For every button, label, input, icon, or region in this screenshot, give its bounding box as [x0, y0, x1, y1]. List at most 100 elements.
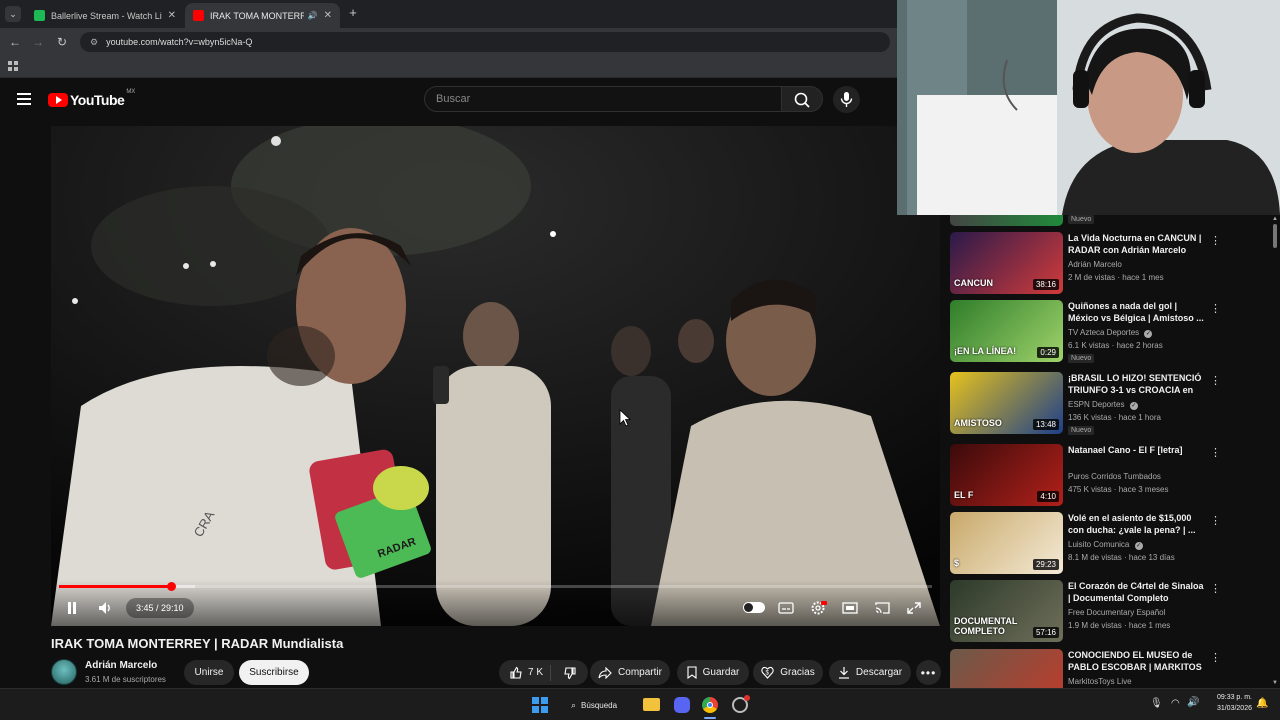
new-tab-button[interactable]: +	[346, 6, 360, 20]
site-info-icon[interactable]: ⚙	[90, 37, 98, 48]
recommendation-meta: 136 K vistas · hace 1 hora	[1068, 413, 1161, 422]
video-thumbnail[interactable]: EL F 4:10	[950, 444, 1063, 506]
more-vertical-icon[interactable]: ⋮	[1210, 651, 1221, 664]
sidebar-scrollbar[interactable]: ▲ ▼	[1272, 216, 1278, 686]
wifi-icon[interactable]: ◠	[1171, 698, 1180, 709]
recommendation-item[interactable]: $ 29:23 Volé en el asiento de $15,000 co…	[950, 512, 1280, 576]
recommendation-channel[interactable]: ESPN Deportes ✓	[1068, 400, 1138, 410]
recommendation-channel[interactable]: TV Azteca Deportes ✓	[1068, 328, 1153, 338]
progress-bar[interactable]	[59, 582, 932, 591]
recommendation-channel[interactable]: Luisito Comunica ✓	[1068, 540, 1143, 550]
channel-name-text: Adrián Marcelo	[1068, 260, 1122, 269]
video-thumbnail[interactable]: $ 29:23	[950, 512, 1063, 574]
close-tab-icon[interactable]: ✕	[324, 10, 332, 21]
recommendation-item[interactable]: ¡EN LA LÍNEA! 0:29 Quiñones a nada del g…	[950, 300, 1280, 364]
recommendation-meta: 475 K vistas · hace 3 meses	[1068, 485, 1169, 494]
video-thumbnail[interactable]: AMISTOSO 13:48	[950, 372, 1063, 434]
settings-button[interactable]	[809, 600, 827, 616]
address-bar[interactable]: ⚙ youtube.com/watch?v=wbyn5icNa-Q	[80, 32, 890, 52]
file-explorer-icon[interactable]	[643, 698, 660, 711]
recommendation-channel[interactable]: MarkitosToys Live	[1068, 677, 1132, 686]
windows-start-icon[interactable]	[532, 697, 548, 713]
back-arrow-icon[interactable]: ←	[7, 34, 23, 50]
volume-button[interactable]	[96, 600, 114, 616]
recommendation-title[interactable]: El Corazón de C4rtel de Sinaloa | Docume…	[1068, 580, 1208, 604]
theater-mode-button[interactable]	[841, 600, 859, 616]
recommendation-title[interactable]: ¡BRASIL LO HIZO! SENTENCIÓ TRIUNFO 3-1 v…	[1068, 372, 1208, 398]
recommendation-item[interactable]: CONOCIENDO EL MUSEO de PABLO ESCOBAR | M…	[950, 649, 1280, 688]
search-button[interactable]	[781, 86, 823, 112]
reload-icon[interactable]: ↻	[54, 34, 70, 50]
progress-scrubber[interactable]	[166, 582, 176, 591]
menu-hamburger-icon[interactable]	[17, 93, 31, 105]
save-button[interactable]: Guardar	[677, 660, 749, 685]
search-input[interactable]: Buscar	[424, 86, 782, 112]
dislike-button[interactable]	[551, 666, 577, 680]
recommendation-channel[interactable]: Puros Corridos Tumbados	[1068, 472, 1161, 481]
subscribe-button[interactable]: Suscribirse	[239, 660, 309, 685]
tab-youtube[interactable]: IRAK TOMA MONTERREY | R 🔊 ✕	[185, 3, 340, 28]
volume-tray-icon[interactable]: 🔊	[1187, 697, 1199, 708]
recommendation-channel[interactable]: Adrián Marcelo	[1068, 260, 1122, 269]
discord-icon[interactable]	[674, 697, 690, 713]
scroll-up-arrow-icon[interactable]: ▲	[1272, 216, 1278, 222]
more-vertical-icon[interactable]: ⋮	[1210, 374, 1221, 387]
recommendation-item[interactable]: DOCUMENTAL COMPLETO 57:16 El Corazón de …	[950, 580, 1280, 644]
scrollbar-thumb[interactable]	[1273, 224, 1277, 248]
channel-name[interactable]: Adrián Marcelo	[85, 660, 157, 671]
close-tab-icon[interactable]: ✕	[168, 10, 176, 21]
recommendation-title[interactable]: Volé en el asiento de $15,000 con ducha:…	[1068, 512, 1208, 536]
clock-time[interactable]: 09:33 p. m.	[1208, 694, 1252, 701]
like-button[interactable]: 7 K	[499, 664, 551, 681]
scroll-down-arrow-icon[interactable]: ▼	[1272, 680, 1278, 686]
video-thumbnail[interactable]: CANCUN 38:16	[950, 232, 1063, 294]
more-vertical-icon[interactable]: ⋮	[1210, 582, 1221, 595]
video-thumbnail[interactable]: ¡EN LA LÍNEA! 0:29	[950, 300, 1063, 362]
thumbnail-text: EL F	[954, 490, 974, 500]
share-button[interactable]: Compartir	[590, 660, 670, 685]
more-vertical-icon[interactable]: ⋮	[1210, 514, 1221, 527]
subtitles-button[interactable]	[777, 600, 795, 616]
speaker-icon[interactable]: 🔊	[308, 11, 318, 20]
download-button[interactable]: Descargar	[829, 660, 911, 685]
channel-avatar[interactable]	[51, 659, 77, 685]
autoplay-toggle[interactable]	[743, 602, 765, 613]
youtube-logo[interactable]: YouTube MX	[48, 89, 135, 109]
pause-button[interactable]	[63, 600, 81, 616]
sidebar-partial-item[interactable]: Nuevo	[950, 214, 1280, 228]
thanks-button[interactable]: $ Gracias	[753, 660, 823, 685]
clock-date[interactable]: 31/03/2026	[1208, 705, 1252, 712]
apps-grid-icon[interactable]	[8, 61, 18, 71]
recommendation-item[interactable]: EL F 4:10 Natanael Cano - El F [letra] P…	[950, 444, 1280, 508]
notifications-bell-icon[interactable]: 🔔	[1256, 698, 1268, 709]
recommendation-item[interactable]: AMISTOSO 13:48 ¡BRASIL LO HIZO! SENTENCI…	[950, 372, 1280, 436]
obs-icon[interactable]	[732, 695, 750, 713]
taskbar-search[interactable]: ⌕ Búsqueda	[563, 695, 631, 715]
cast-button[interactable]	[873, 600, 891, 616]
forward-arrow-icon[interactable]: →	[30, 34, 46, 50]
mouse-cursor-icon	[619, 409, 631, 427]
tab-search-button[interactable]: ⌄	[5, 6, 21, 22]
voice-search-button[interactable]	[833, 86, 860, 113]
fullscreen-button[interactable]	[905, 600, 923, 616]
join-button[interactable]: Unirse	[184, 660, 234, 685]
microphone-tray-icon[interactable]: 🎙	[1150, 698, 1163, 709]
video-thumbnail[interactable]: DOCUMENTAL COMPLETO 57:16	[950, 580, 1063, 642]
more-vertical-icon[interactable]: ⋮	[1210, 234, 1221, 247]
more-vertical-icon[interactable]: ⋮	[1210, 302, 1221, 315]
recommendation-title[interactable]: Natanael Cano - El F [letra]	[1068, 444, 1208, 456]
recommendation-item[interactable]: CANCUN 38:16 La Vida Nocturna en CANCUN …	[950, 232, 1280, 296]
recommendation-title[interactable]: Quiñones a nada del gol | México vs Bélg…	[1068, 300, 1208, 324]
video-player[interactable]: RADAR CRA	[51, 126, 940, 626]
recommendation-title[interactable]: La Vida Nocturna en CANCUN | RADAR con A…	[1068, 232, 1208, 256]
battery-icon[interactable]	[1200, 701, 1206, 709]
chrome-icon[interactable]	[702, 697, 718, 713]
recommendation-title[interactable]: CONOCIENDO EL MUSEO de PABLO ESCOBAR | M…	[1068, 649, 1208, 675]
more-actions-button[interactable]: •••	[916, 660, 941, 685]
recommendation-channel[interactable]: Free Documentary Español	[1068, 608, 1165, 617]
video-thumbnail[interactable]	[950, 649, 1063, 688]
thumbs-up-icon	[510, 666, 522, 679]
tab-ballerlive[interactable]: Ballerlive Stream - Watch Live ✕	[26, 3, 184, 28]
more-vertical-icon[interactable]: ⋮	[1210, 446, 1221, 459]
thumbnail-text: ¡EN LA LÍNEA!	[954, 346, 1017, 356]
